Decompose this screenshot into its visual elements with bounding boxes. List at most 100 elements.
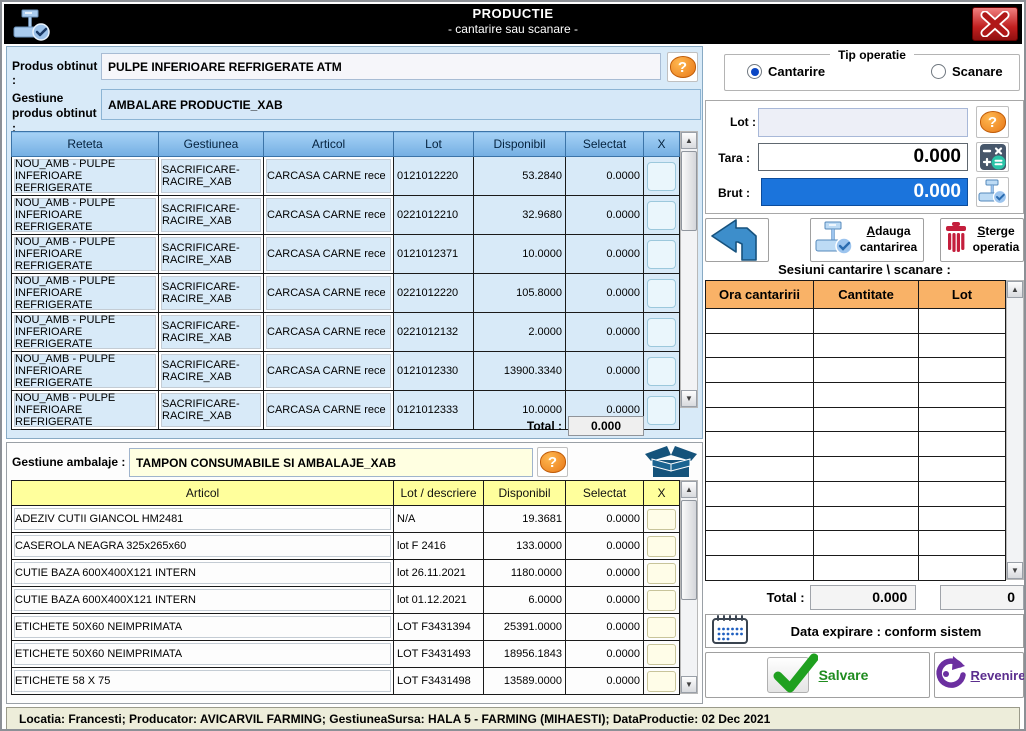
cell-reteta[interactable]: NOU_AMB - PULPE INFERIOARE REFRIGERATE bbox=[12, 274, 159, 313]
scroll-down-icon[interactable]: ▼ bbox=[681, 676, 697, 693]
cell-articol[interactable]: ADEZIV CUTII GIANCOL HM2481 bbox=[12, 506, 394, 533]
cell-lot[interactable]: 0121012371 bbox=[394, 235, 474, 274]
radio-scanare[interactable]: Scanare bbox=[931, 64, 1003, 79]
cell-articol[interactable]: CARCASA CARNE rece bbox=[264, 235, 394, 274]
cell-articol[interactable]: CUTIE BAZA 600X400X121 INTERN bbox=[12, 587, 394, 614]
cell-gestiunea[interactable]: SACRIFICARE-RACIRE_XAB bbox=[159, 157, 264, 196]
col-cantitate[interactable]: Cantitate bbox=[814, 281, 919, 309]
col-articol[interactable]: Articol bbox=[12, 481, 394, 506]
scroll-down-icon[interactable]: ▼ bbox=[681, 390, 697, 407]
data-expirare-box[interactable]: Data expirare : conform sistem bbox=[705, 614, 1024, 648]
cell-disponibil[interactable]: 105.8000 bbox=[474, 274, 566, 313]
tara-input[interactable]: 0.000 bbox=[758, 143, 968, 171]
cell-selectat[interactable]: 0.0000 bbox=[566, 587, 644, 614]
col-disponibil[interactable]: Disponibil bbox=[474, 132, 566, 157]
lot-input[interactable] bbox=[758, 108, 968, 137]
cell-reteta[interactable]: NOU_AMB - PULPE INFERIOARE REFRIGERATE bbox=[12, 313, 159, 352]
cell-articol[interactable]: ETICHETE 58 X 75 bbox=[12, 668, 394, 695]
cell-articol[interactable]: ETICHETE 50X60 NEIMPRIMATA bbox=[12, 641, 394, 668]
cell-reteta[interactable]: NOU_AMB - PULPE INFERIOARE REFRIGERATE bbox=[12, 235, 159, 274]
cell-lot[interactable]: LOT F3431498 bbox=[394, 668, 484, 695]
close-button[interactable] bbox=[972, 7, 1018, 41]
cell-lot[interactable]: lot 01.12.2021 bbox=[394, 587, 484, 614]
cell-lot[interactable]: 0121012330 bbox=[394, 352, 474, 391]
cell-selectat[interactable]: 0.0000 bbox=[566, 157, 644, 196]
cell-disponibil[interactable]: 133.0000 bbox=[484, 533, 566, 560]
back-button[interactable] bbox=[705, 218, 769, 262]
col-lot-descriere[interactable]: Lot / descriere bbox=[394, 481, 484, 506]
cell-lot[interactable]: N/A bbox=[394, 506, 484, 533]
table2-scrollbar[interactable]: ▲ ▼ bbox=[680, 480, 698, 694]
cell-lot[interactable]: 0221012220 bbox=[394, 274, 474, 313]
cell-disponibil[interactable]: 25391.0000 bbox=[484, 614, 566, 641]
row-select-box[interactable] bbox=[647, 162, 676, 191]
gestiune-produs-field[interactable]: AMBALARE PRODUCTIE_XAB bbox=[101, 89, 701, 120]
cell-disponibil[interactable]: 6.0000 bbox=[484, 587, 566, 614]
cell-selectat[interactable]: 0.0000 bbox=[566, 313, 644, 352]
cell-articol[interactable]: CARCASA CARNE rece bbox=[264, 196, 394, 235]
cell-lot[interactable]: 0221012210 bbox=[394, 196, 474, 235]
cell-articol[interactable]: CARCASA CARNE rece bbox=[264, 352, 394, 391]
row-select-box[interactable] bbox=[647, 590, 676, 611]
col-x[interactable]: X bbox=[644, 481, 680, 506]
col-x[interactable]: X bbox=[644, 132, 680, 157]
calculator-button[interactable] bbox=[976, 142, 1009, 172]
cell-articol[interactable]: CUTIE BAZA 600X400X121 INTERN bbox=[12, 560, 394, 587]
row-select-box[interactable] bbox=[647, 357, 676, 386]
scroll-up-icon[interactable]: ▲ bbox=[681, 481, 697, 498]
cell-gestiunea[interactable]: SACRIFICARE-RACIRE_XAB bbox=[159, 352, 264, 391]
cell-selectat[interactable]: 0.0000 bbox=[566, 196, 644, 235]
cell-lot[interactable]: LOT F3431394 bbox=[394, 614, 484, 641]
row-select-box[interactable] bbox=[647, 617, 676, 638]
col-lot[interactable]: Lot bbox=[919, 281, 1006, 309]
cell-selectat[interactable]: 0.0000 bbox=[566, 235, 644, 274]
cell-lot[interactable]: 0221012132 bbox=[394, 313, 474, 352]
col-lot[interactable]: Lot bbox=[394, 132, 474, 157]
row-select-box[interactable] bbox=[647, 240, 676, 269]
cell-gestiunea[interactable]: SACRIFICARE-RACIRE_XAB bbox=[159, 235, 264, 274]
cell-reteta[interactable]: NOU_AMB - PULPE INFERIOARE REFRIGERATE bbox=[12, 196, 159, 235]
cell-selectat[interactable]: 0.0000 bbox=[566, 533, 644, 560]
col-selectat[interactable]: Selectat bbox=[566, 132, 644, 157]
cell-lot[interactable]: lot 26.11.2021 bbox=[394, 560, 484, 587]
cell-gestiunea[interactable]: SACRIFICARE-RACIRE_XAB bbox=[159, 313, 264, 352]
cell-articol[interactable]: ETICHETE 50X60 NEIMPRIMATA bbox=[12, 614, 394, 641]
cell-selectat[interactable]: 0.0000 bbox=[566, 506, 644, 533]
scroll-thumb[interactable] bbox=[681, 151, 697, 231]
revenire-button[interactable]: Revenire bbox=[934, 652, 1024, 698]
cell-gestiunea[interactable]: SACRIFICARE-RACIRE_XAB bbox=[159, 274, 264, 313]
cell-articol[interactable]: CARCASA CARNE rece bbox=[264, 313, 394, 352]
cell-lot[interactable]: 0121012220 bbox=[394, 157, 474, 196]
scroll-up-icon[interactable]: ▲ bbox=[681, 132, 697, 149]
cell-selectat[interactable]: 0.0000 bbox=[566, 668, 644, 695]
row-select-box[interactable] bbox=[647, 318, 676, 347]
radio-cantarire[interactable]: Cantarire bbox=[747, 64, 825, 79]
col-gestiunea[interactable]: Gestiunea bbox=[159, 132, 264, 157]
row-select-box[interactable] bbox=[647, 279, 676, 308]
session-scrollbar[interactable]: ▲ ▼ bbox=[1006, 280, 1024, 580]
col-articol[interactable]: Articol bbox=[264, 132, 394, 157]
col-ora-cantaririi[interactable]: Ora cantaririi bbox=[706, 281, 814, 309]
scroll-down-icon[interactable]: ▼ bbox=[1007, 562, 1023, 579]
table1-scrollbar[interactable]: ▲ ▼ bbox=[680, 131, 698, 408]
cell-disponibil[interactable]: 19.3681 bbox=[484, 506, 566, 533]
cell-selectat[interactable]: 0.0000 bbox=[566, 274, 644, 313]
cell-reteta[interactable]: NOU_AMB - PULPE INFERIOARE REFRIGERATE bbox=[12, 157, 159, 196]
scroll-up-icon[interactable]: ▲ bbox=[1007, 281, 1023, 298]
adauga-cantarirea-button[interactable]: Adauga cantarirea bbox=[810, 218, 924, 262]
cell-disponibil[interactable]: 13900.3340 bbox=[474, 352, 566, 391]
cell-articol[interactable]: CASEROLA NEAGRA 325x265x60 bbox=[12, 533, 394, 560]
row-select-box[interactable] bbox=[647, 671, 676, 692]
row-select-box[interactable] bbox=[647, 201, 676, 230]
cell-disponibil[interactable]: 32.9680 bbox=[474, 196, 566, 235]
produs-help-button[interactable]: ? bbox=[667, 52, 698, 82]
cell-lot[interactable]: lot F 2416 bbox=[394, 533, 484, 560]
gestiune-ambalaje-field[interactable]: TAMPON CONSUMABILE SI AMBALAJE_XAB bbox=[129, 448, 533, 477]
col-reteta[interactable]: Reteta bbox=[12, 132, 159, 157]
cell-articol[interactable]: CARCASA CARNE rece bbox=[264, 157, 394, 196]
cell-disponibil[interactable]: 1180.0000 bbox=[484, 560, 566, 587]
col-disponibil[interactable]: Disponibil bbox=[484, 481, 566, 506]
produs-obtinut-field[interactable]: PULPE INFERIOARE REFRIGERATE ATM bbox=[101, 53, 661, 80]
cell-disponibil[interactable]: 10.0000 bbox=[474, 235, 566, 274]
lot-help-button[interactable]: ? bbox=[976, 106, 1009, 138]
